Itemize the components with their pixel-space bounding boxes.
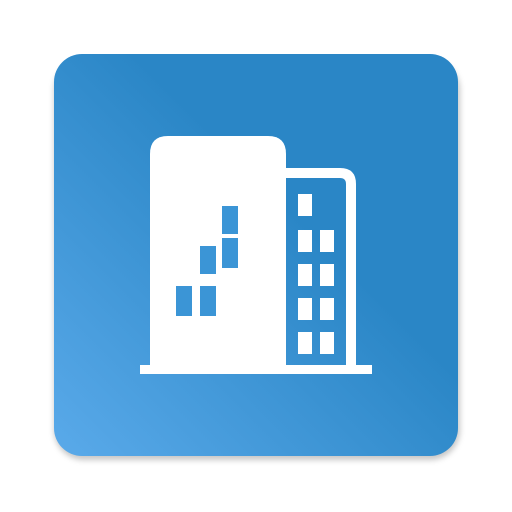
ground-line	[140, 365, 372, 374]
office-buildings-icon	[54, 54, 458, 456]
app-icon-canvas	[0, 0, 512, 512]
tall-building	[150, 136, 286, 365]
app-icon-tile[interactable]	[54, 54, 458, 456]
